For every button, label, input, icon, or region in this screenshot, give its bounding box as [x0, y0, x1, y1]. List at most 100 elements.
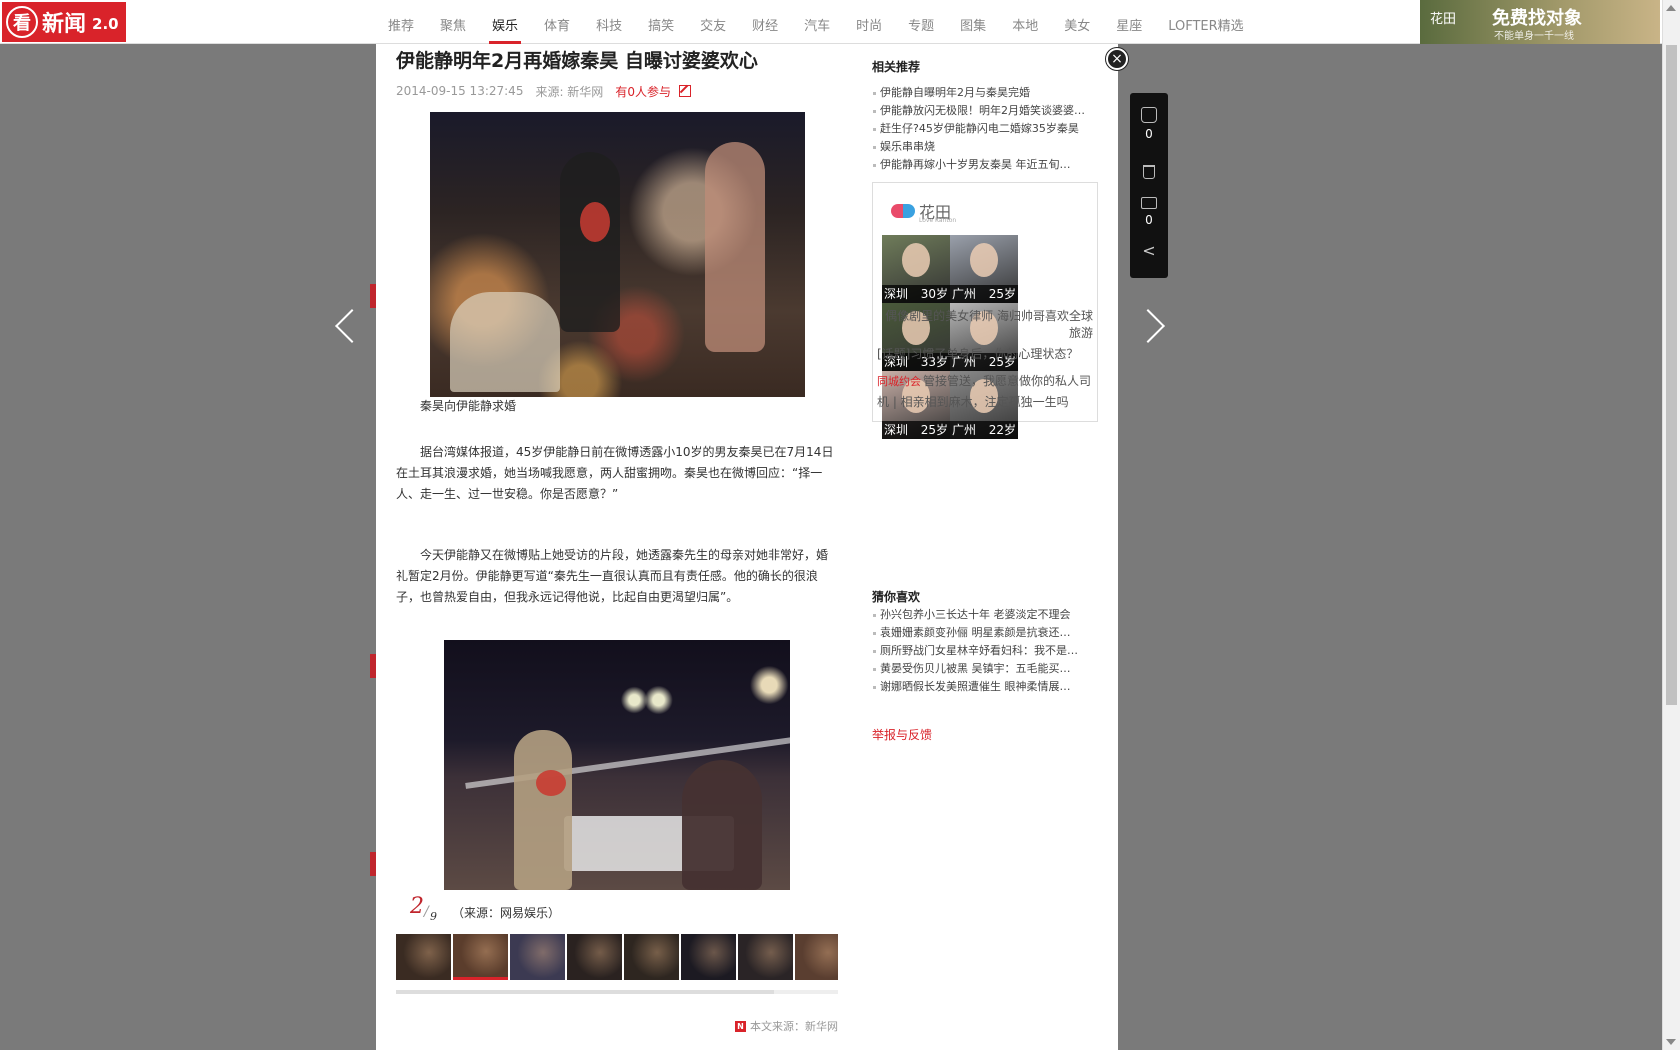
article-photo-second [444, 640, 790, 890]
nav-item[interactable]: 本地 [999, 0, 1051, 44]
logo-text: 新闻 [42, 12, 87, 37]
site-logo[interactable]: 看 新闻 2.0 [2, 2, 126, 42]
like-count: 0 [1145, 127, 1153, 141]
profile-label: 深圳 25岁 [882, 421, 950, 439]
related-item[interactable]: 伊能静自曝明年2月与秦昊完婚 [872, 84, 1094, 102]
profile-age: 22岁 [988, 423, 1016, 437]
profile-city: 广州 [952, 287, 977, 301]
profile-age: 25岁 [988, 287, 1016, 301]
comment-count: 0 [1145, 213, 1153, 227]
nav-item[interactable]: LOFTER精选 [1155, 0, 1256, 44]
nav-item[interactable]: 时尚 [843, 0, 895, 44]
profile-label: 广州 22岁 [950, 421, 1018, 439]
huatian-link[interactable]: 同城约会 管接管送，我愿意做你的私人司机 | 相亲相到麻木，注定孤独一生吗 [877, 371, 1099, 412]
share-icon: < [1142, 241, 1156, 260]
huatian-logo-sub: Love Kanton [919, 217, 957, 224]
edit-icon[interactable] [678, 85, 691, 97]
article-source: 来源: 新华网 [535, 84, 604, 99]
report-link[interactable]: 举报与反馈 [872, 726, 932, 743]
close-button[interactable]: × [1106, 48, 1128, 70]
nav-item[interactable]: 星座 [1103, 0, 1155, 44]
article-date: 2014-09-15 13:27:45 [396, 84, 524, 98]
thumbnail[interactable] [795, 934, 838, 980]
guess-item[interactable]: 黄晏受伤贝儿被黑 吴镇宇：五毛能买… [872, 660, 1094, 678]
nav-item[interactable]: 聚焦 [427, 0, 479, 44]
profile-card[interactable]: 深圳 30岁 [882, 235, 950, 303]
thumbnail[interactable] [453, 934, 508, 980]
related-item[interactable]: 伊能静再嫁小十岁男友秦昊 年近五旬… [872, 156, 1094, 174]
next-arrow-icon[interactable] [1131, 309, 1165, 343]
thumbnail[interactable] [681, 934, 736, 980]
guess-item[interactable]: 谢娜晒假长发美照遭催生 眼神柔情展… [872, 678, 1094, 696]
related-item[interactable]: 娱乐串串烧 [872, 138, 1094, 156]
share-button[interactable]: < [1130, 241, 1168, 260]
guess-item[interactable]: 袁姗姗素颜变孙俪 明星素颜是抗衰还… [872, 624, 1094, 642]
date-tag: 同城约会 [877, 375, 921, 388]
profile-photo [970, 243, 998, 277]
scroll-thumb[interactable] [1666, 45, 1677, 705]
huatian-link[interactable]: 偶像剧里的美女律师 海归帅哥喜欢全球旅游 [877, 308, 1099, 342]
thumbnail[interactable] [396, 934, 451, 980]
pager-separator: / [424, 904, 429, 920]
thumbnail[interactable] [624, 934, 679, 980]
ad-brand: 花田 [1430, 12, 1457, 27]
nav-item[interactable]: 专题 [895, 0, 947, 44]
related-title: 相关推荐 [872, 60, 921, 74]
nav-item[interactable]: 娱乐 [479, 0, 531, 44]
thumbnail[interactable] [567, 934, 622, 980]
profile-age: 25岁 [920, 423, 948, 437]
huatian-logo[interactable]: 花田 Love Kanton [891, 199, 956, 224]
pager-total: 9 [430, 910, 437, 923]
nav-item[interactable]: 汽车 [791, 0, 843, 44]
sidebar: 相关推荐 伊能静自曝明年2月与秦昊完婚 伊能静放闪无极限！明年2月婚笑谈婆婆… 赶生… [872, 44, 1102, 742]
related-item[interactable]: 赶生仔?45岁伊能静闪电二婚嫁35岁秦昊 [872, 120, 1094, 138]
photo-pager: 2 / 9 [410, 894, 440, 926]
article: 伊能静明年2月再婚嫁秦昊 自曝讨婆婆欢心 2014-09-15 13:27:45… [396, 44, 838, 1033]
participants-link[interactable]: 有0人参与 [615, 83, 671, 100]
nav-item[interactable]: 财经 [739, 0, 791, 44]
page-scrollbar[interactable] [1662, 0, 1680, 1050]
close-icon: × [1111, 51, 1123, 67]
nav-item[interactable]: 美女 [1051, 0, 1103, 44]
delete-button[interactable] [1130, 165, 1168, 179]
thumbnail[interactable] [510, 934, 565, 980]
guess-item[interactable]: 厕所野战门女星林辛妤看妇科：我不是… [872, 642, 1094, 660]
guess-title: 猜你喜欢 [872, 590, 921, 604]
profile-city: 广州 [952, 423, 977, 437]
thumbnail[interactable] [738, 934, 793, 980]
guess-list: 孙兴包养小三长达十年 老婆淡定不理会 袁姗姗素颜变孙俪 明星素颜是抗衰还… 厕所野战… [872, 606, 1094, 696]
article-meta: 2014-09-15 13:27:45 来源: 新华网 有0人参与 [396, 83, 838, 99]
profile-city: 深圳 [884, 423, 909, 437]
main-nav: 推荐 聚焦 娱乐 体育 科技 搞笑 交友 财经 汽车 时尚 专题 图集 本地 美女 星座 LOFTER精选 [375, 0, 1257, 44]
profile-label: 广州 25岁 [950, 285, 1018, 303]
logo-mark: 看 [6, 6, 38, 38]
thumbs-up-icon [1141, 107, 1157, 123]
pager-current: 2 [410, 894, 424, 919]
related-item[interactable]: 伊能静放闪无极限！明年2月婚笑谈婆婆… [872, 102, 1094, 120]
nav-item[interactable]: 搞笑 [635, 0, 687, 44]
like-button[interactable]: 0 [1130, 107, 1168, 141]
article-title: 伊能静明年2月再婚嫁秦昊 自曝讨婆婆欢心 [396, 50, 758, 72]
nav-item[interactable]: 体育 [531, 0, 583, 44]
comment-button[interactable]: 0 [1130, 197, 1168, 227]
ad-subtitle: 不能单身一千一线 [1494, 31, 1574, 42]
profile-label: 深圳 30岁 [882, 285, 950, 303]
profile-card[interactable]: 广州 25岁 [950, 235, 1018, 303]
guess-item[interactable]: 孙兴包养小三长达十年 老婆淡定不理会 [872, 606, 1094, 624]
huatian-links: 偶像剧里的美女律师 海归帅哥喜欢全球旅游 [话题]习惯了单身后，你的心理状态？ … [877, 308, 1099, 412]
scroll-up-icon[interactable] [1666, 5, 1676, 11]
nav-item[interactable]: 图集 [947, 0, 999, 44]
huatian-link[interactable]: [话题]习惯了单身后，你的心理状态？ [877, 346, 1099, 363]
related-list: 伊能静自曝明年2月与秦昊完婚 伊能静放闪无极限！明年2月婚笑谈婆婆… 赶生仔?45岁… [872, 84, 1102, 174]
nav-item[interactable]: 推荐 [375, 0, 427, 44]
action-rail: 0 0 < [1130, 93, 1168, 278]
article-footer-source: N 本文来源：新华网 [735, 1018, 838, 1034]
ad-banner[interactable]: 花田 免费找对象 不能单身一千一线 [1420, 0, 1660, 44]
previous-arrow-icon[interactable] [335, 309, 369, 343]
thumbnail-scrollbar[interactable] [396, 990, 838, 994]
comment-icon [1141, 197, 1157, 209]
nav-item[interactable]: 交友 [687, 0, 739, 44]
nav-item[interactable]: 科技 [583, 0, 635, 44]
scroll-down-icon[interactable] [1666, 1039, 1676, 1045]
footer-source-text: 本文来源：新华网 [750, 1020, 838, 1033]
